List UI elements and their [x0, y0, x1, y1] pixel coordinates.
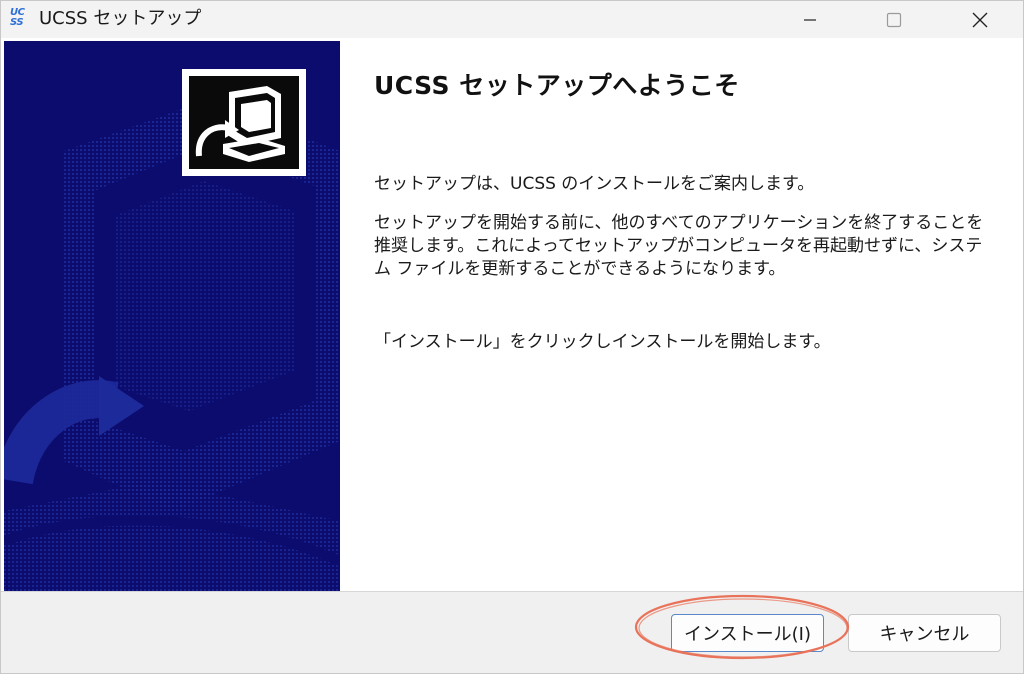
instruction-text: 「インストール」をクリックしインストールを開始します。: [374, 332, 831, 352]
intro-text: セットアップは、UCSS のインストールをご案内します。: [374, 174, 815, 194]
minimize-button[interactable]: [787, 1, 833, 38]
maximize-button[interactable]: [871, 1, 917, 38]
close-button[interactable]: [957, 1, 1003, 38]
installer-window: UC SS UCSS セットアップ UCSS セットアップへようこそ セットアッ…: [0, 0, 1024, 674]
window-title: UCSS セットアップ: [39, 8, 202, 29]
minimize-icon: [804, 18, 816, 21]
welcome-heading: UCSS セットアップへようこそ: [374, 71, 740, 100]
recommendation-text: セットアップを開始する前に、他のすべてのアプリケーションを終了することを推奨しま…: [374, 213, 984, 279]
maximize-icon: [886, 12, 902, 27]
title-bar[interactable]: UC SS UCSS セットアップ: [1, 1, 1023, 38]
installer-logo-box: [182, 69, 306, 176]
close-icon: [972, 12, 988, 27]
app-icon-line-2: SS: [10, 17, 24, 28]
ucss-app-icon: UC SS: [10, 8, 30, 30]
cancel-button[interactable]: キャンセル: [848, 614, 1001, 652]
welcome-banner-image: [4, 41, 340, 591]
install-button[interactable]: インストール(I): [671, 614, 824, 652]
installer-computer-icon: [189, 76, 299, 169]
